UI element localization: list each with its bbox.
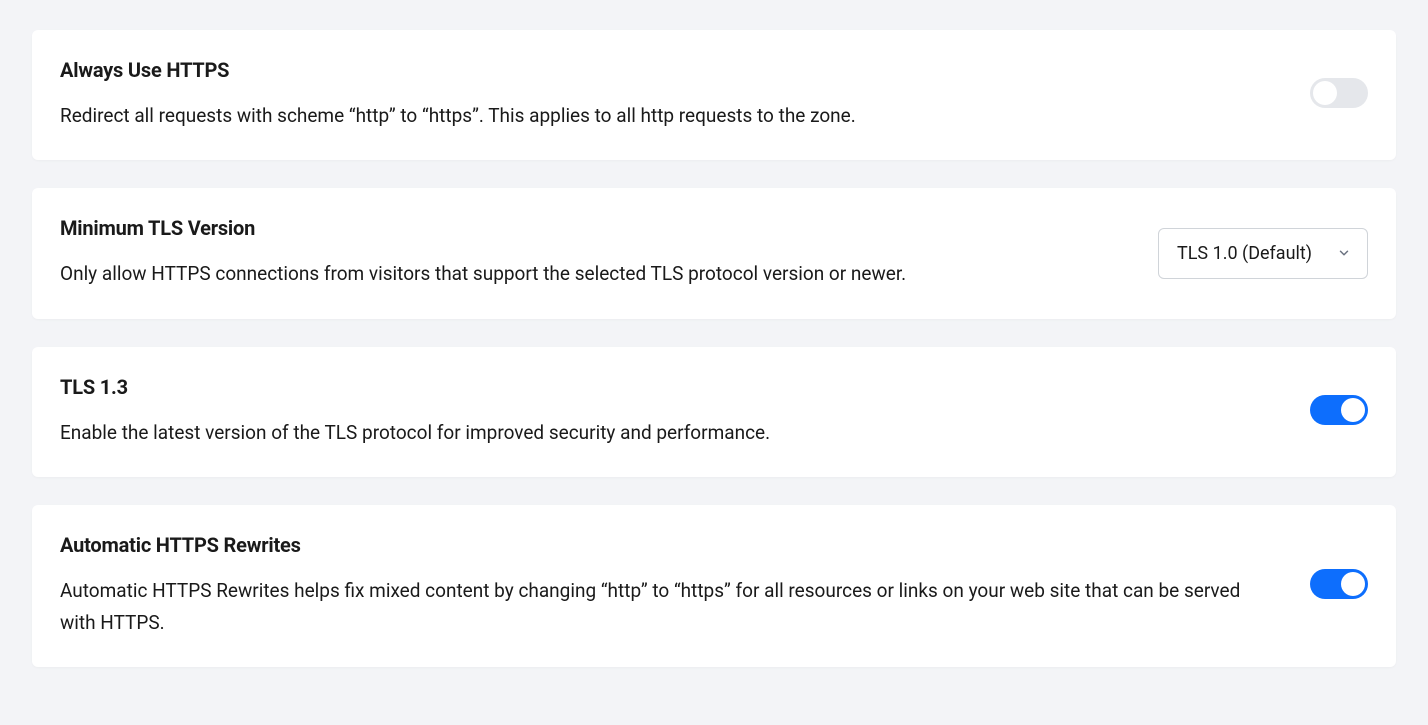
card-control: TLS 1.0 (Default) bbox=[1158, 228, 1368, 279]
card-text: Minimum TLS Version Only allow HTTPS con… bbox=[60, 216, 1158, 290]
card-control bbox=[1310, 395, 1368, 429]
card-description: Only allow HTTPS connections from visito… bbox=[60, 258, 1118, 290]
card-text: TLS 1.3 Enable the latest version of the… bbox=[60, 375, 1310, 449]
chevron-down-icon bbox=[1337, 246, 1351, 260]
always-use-https-toggle[interactable] bbox=[1310, 78, 1368, 108]
card-title: Always Use HTTPS bbox=[60, 58, 1270, 82]
card-description: Enable the latest version of the TLS pro… bbox=[60, 417, 1270, 449]
card-title: Automatic HTTPS Rewrites bbox=[60, 533, 1270, 557]
tls-1-3-toggle[interactable] bbox=[1310, 395, 1368, 425]
card-text: Automatic HTTPS Rewrites Automatic HTTPS… bbox=[60, 533, 1310, 640]
card-title: Minimum TLS Version bbox=[60, 216, 1118, 240]
card-minimum-tls-version: Minimum TLS Version Only allow HTTPS con… bbox=[32, 188, 1396, 318]
select-value: TLS 1.0 (Default) bbox=[1177, 243, 1312, 264]
card-control bbox=[1310, 78, 1368, 112]
card-automatic-https-rewrites: Automatic HTTPS Rewrites Automatic HTTPS… bbox=[32, 505, 1396, 668]
minimum-tls-version-select[interactable]: TLS 1.0 (Default) bbox=[1158, 228, 1368, 279]
toggle-knob bbox=[1313, 81, 1337, 105]
toggle-knob bbox=[1341, 398, 1365, 422]
toggle-knob bbox=[1341, 572, 1365, 596]
card-always-use-https: Always Use HTTPS Redirect all requests w… bbox=[32, 30, 1396, 160]
card-tls-1-3: TLS 1.3 Enable the latest version of the… bbox=[32, 347, 1396, 477]
card-title: TLS 1.3 bbox=[60, 375, 1270, 399]
card-text: Always Use HTTPS Redirect all requests w… bbox=[60, 58, 1310, 132]
card-description: Redirect all requests with scheme “http”… bbox=[60, 100, 1270, 132]
settings-container: Always Use HTTPS Redirect all requests w… bbox=[0, 0, 1428, 725]
card-description: Automatic HTTPS Rewrites helps fix mixed… bbox=[60, 575, 1270, 640]
automatic-https-rewrites-toggle[interactable] bbox=[1310, 569, 1368, 599]
card-control bbox=[1310, 569, 1368, 603]
